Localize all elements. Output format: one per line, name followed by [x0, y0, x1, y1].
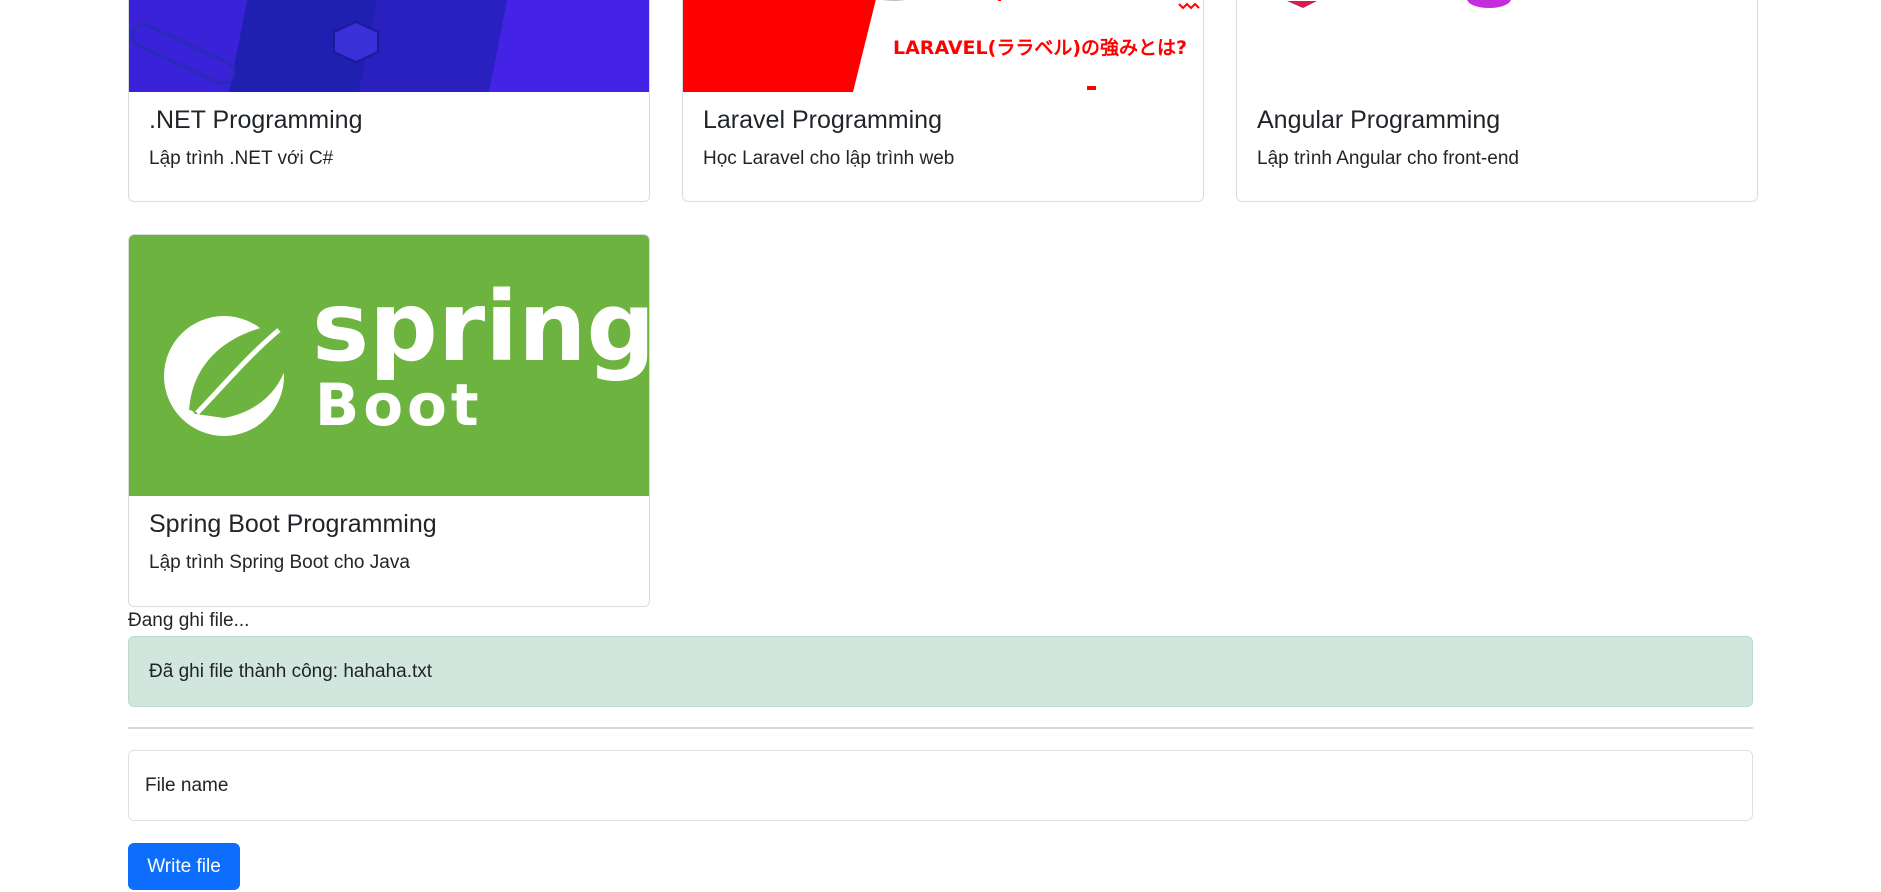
course-card-laravel[interactable]: LARAVEL(ララベル)の強みとは? Laravel Programming … — [682, 0, 1204, 202]
angular-course-image — [1237, 0, 1757, 92]
success-alert: Đã ghi file thành công: hahaha.txt — [128, 636, 1753, 707]
dotnet-banner-graphic — [129, 0, 649, 92]
course-title: Laravel Programming — [703, 106, 942, 134]
course-title: Angular Programming — [1257, 106, 1501, 134]
success-alert-message: Đã ghi file thành công: hahaha.txt — [149, 661, 433, 682]
divider — [128, 727, 1753, 729]
boot-wordmark: Boot — [315, 371, 483, 439]
laravel-banner-text: LARAVEL(ララベル)の強みとは? — [893, 37, 1187, 59]
course-description: Lập trình Angular cho front-end — [1257, 148, 1519, 169]
course-title: .NET Programming — [149, 106, 363, 134]
spring-boot-logo: spring Boot — [129, 235, 649, 496]
course-description: Lập trình Spring Boot cho Java — [149, 552, 410, 573]
write-file-button[interactable]: Write file — [128, 843, 240, 890]
writing-status-text: Đang ghi file... — [128, 610, 250, 631]
course-title: Spring Boot Programming — [149, 510, 437, 538]
laravel-banner-graphic: LARAVEL(ララベル)の強みとは? — [683, 0, 1203, 92]
course-description: Lập trình .NET với C# — [149, 148, 334, 169]
course-description: Học Laravel cho lập trình web — [703, 148, 955, 169]
spring-boot-course-image: spring Boot — [129, 235, 649, 496]
dotnet-course-image — [129, 0, 649, 92]
filename-input[interactable] — [128, 750, 1753, 821]
course-card-dotnet[interactable]: .NET Programming Lập trình .NET với C# — [128, 0, 650, 202]
course-card-spring-boot[interactable]: spring Boot Spring Boot Programming Lập … — [128, 234, 650, 607]
angular-banner-graphic — [1237, 0, 1757, 92]
course-card-angular[interactable]: Angular Programming Lập trình Angular ch… — [1236, 0, 1758, 202]
spring-wordmark: spring — [312, 271, 649, 383]
laravel-course-image: LARAVEL(ララベル)の強みとは? — [683, 0, 1203, 92]
